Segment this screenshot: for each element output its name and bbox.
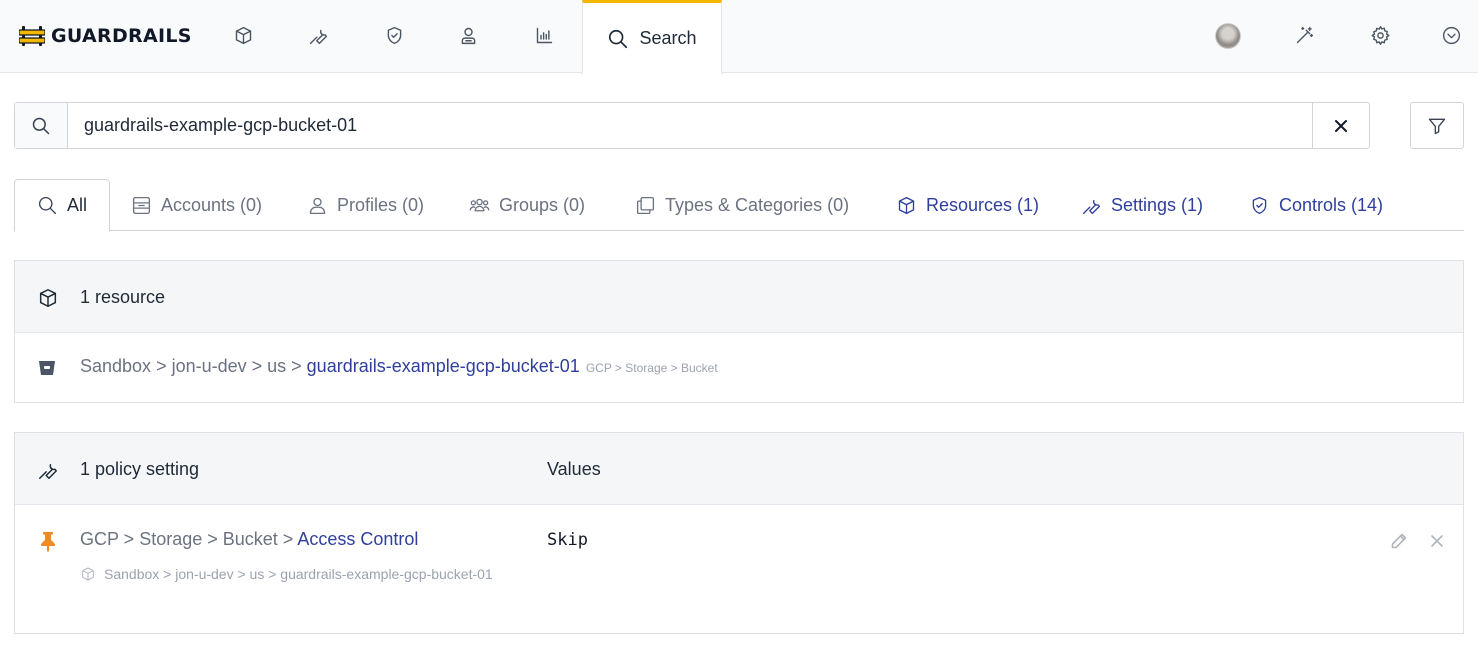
controls-nav-shield-check-icon[interactable] xyxy=(382,23,406,47)
tab-controls[interactable]: Controls (14) xyxy=(1249,179,1383,231)
values-column-header: Values xyxy=(547,459,601,479)
close-icon xyxy=(1431,535,1443,547)
search-nav-tab[interactable]: Search xyxy=(582,0,722,74)
account-icon xyxy=(132,196,151,214)
close-icon xyxy=(1335,119,1347,132)
resource-link[interactable]: guardrails-example-gcp-bucket-01 xyxy=(307,356,580,376)
tab-label: Types & Categories (0) xyxy=(665,194,850,215)
wrench-icon xyxy=(1082,199,1101,214)
policies-nav-wrench-icon[interactable] xyxy=(306,23,330,47)
edit-setting-button[interactable] xyxy=(1390,532,1408,550)
resource-breadcrumb: Sandbox > jon-u-dev > us > guardrails-ex… xyxy=(80,356,718,377)
guardrails-logo[interactable]: GUARDRAILS xyxy=(19,22,192,50)
tab-label: Groups (0) xyxy=(499,194,586,215)
users-icon xyxy=(469,198,490,211)
search-icon xyxy=(609,29,628,48)
search-icon xyxy=(15,103,68,148)
tab-groups[interactable]: Groups (0) xyxy=(469,179,585,231)
tab-label: Settings (1) xyxy=(1111,194,1204,215)
tab-types-categories[interactable]: Types & Categories (0) xyxy=(635,179,849,231)
breadcrumb-separator: > xyxy=(286,356,307,376)
tab-label: Controls (14) xyxy=(1279,194,1384,215)
resources-results-panel: 1 resource Sandbox > jon-u-dev > us > gu… xyxy=(14,260,1464,403)
policy-breadcrumb: GCP > Storage > Bucket > Access Control xyxy=(80,529,418,550)
tab-profiles[interactable]: Profiles (0) xyxy=(307,179,424,231)
gear-icon[interactable] xyxy=(1368,23,1392,47)
cube-icon xyxy=(37,287,59,309)
search-result-tabs: All Accounts (0) Profiles (0) Groups (0)… xyxy=(14,179,1464,232)
tab-label: Resources (1) xyxy=(926,194,1040,215)
copy-icon xyxy=(636,196,655,214)
setting-value: Skip xyxy=(547,530,588,550)
pencil-icon xyxy=(1391,533,1407,549)
clear-search-button[interactable] xyxy=(1312,103,1369,148)
search-icon xyxy=(38,196,57,215)
magic-wand-icon[interactable] xyxy=(1292,23,1316,47)
pin-icon xyxy=(37,530,59,552)
panel-header: 1 policy setting Values xyxy=(15,433,1463,505)
filter-button[interactable] xyxy=(1410,102,1464,149)
breadcrumb-segment[interactable]: Sandbox xyxy=(80,356,151,376)
cube-icon xyxy=(898,196,915,214)
tab-all[interactable]: All xyxy=(14,179,110,232)
panel-title: 1 policy setting xyxy=(80,459,200,479)
settings-results-panel: 1 policy setting Values GCP > Storage > … xyxy=(14,432,1464,634)
scope-path[interactable]: Sandbox > jon-u-dev > us > guardrails-ex… xyxy=(104,566,493,582)
admin-nav-user-badge-icon[interactable] xyxy=(456,23,480,47)
tab-label: All xyxy=(66,195,87,215)
top-navigation: GUARDRAILS Search xyxy=(0,0,1478,74)
search-tab-label: Search xyxy=(639,28,697,48)
tab-resources[interactable]: Resources (1) xyxy=(896,179,1039,231)
list-item: Sandbox > jon-u-dev > us > guardrails-ex… xyxy=(15,333,1463,402)
tab-settings[interactable]: Settings (1) xyxy=(1081,179,1203,231)
breadcrumb-separator: > xyxy=(246,356,268,376)
guardrails-logo-icon xyxy=(19,26,45,46)
policy-link[interactable]: Access Control xyxy=(297,529,418,549)
resource-type-path: GCP > Storage > Bucket xyxy=(585,361,718,375)
tab-accounts[interactable]: Accounts (0) xyxy=(131,179,262,231)
search-input[interactable] xyxy=(68,103,1312,148)
wrench-icon xyxy=(37,459,59,481)
search-bar xyxy=(14,102,1370,149)
breadcrumb-segment[interactable]: jon-u-dev xyxy=(172,356,247,376)
brand-name: GUARDRAILS xyxy=(51,25,192,47)
chevron-down-circle-icon[interactable] xyxy=(1439,23,1463,47)
bucket-icon xyxy=(37,358,57,378)
shield-check-icon xyxy=(1252,196,1267,214)
policy-type-path: GCP > Storage > Bucket > xyxy=(80,529,298,549)
user-icon xyxy=(309,197,326,214)
delete-setting-button[interactable] xyxy=(1428,532,1446,550)
cube-icon xyxy=(80,563,96,581)
tab-label: Profiles (0) xyxy=(337,194,425,215)
reports-nav-bar-chart-icon[interactable] xyxy=(532,23,556,47)
panel-header: 1 resource xyxy=(15,261,1463,333)
breadcrumb-segment[interactable]: us xyxy=(267,356,286,376)
tab-label: Accounts (0) xyxy=(161,194,263,215)
list-item: GCP > Storage > Bucket > Access Control … xyxy=(15,505,1463,633)
avatar[interactable] xyxy=(1215,23,1241,49)
breadcrumb-separator: > xyxy=(151,356,172,376)
filter-icon xyxy=(1428,118,1446,134)
setting-scope: Sandbox > jon-u-dev > us > guardrails-ex… xyxy=(80,560,500,588)
resources-nav-cube-icon[interactable] xyxy=(231,23,255,47)
panel-title: 1 resource xyxy=(80,287,166,307)
